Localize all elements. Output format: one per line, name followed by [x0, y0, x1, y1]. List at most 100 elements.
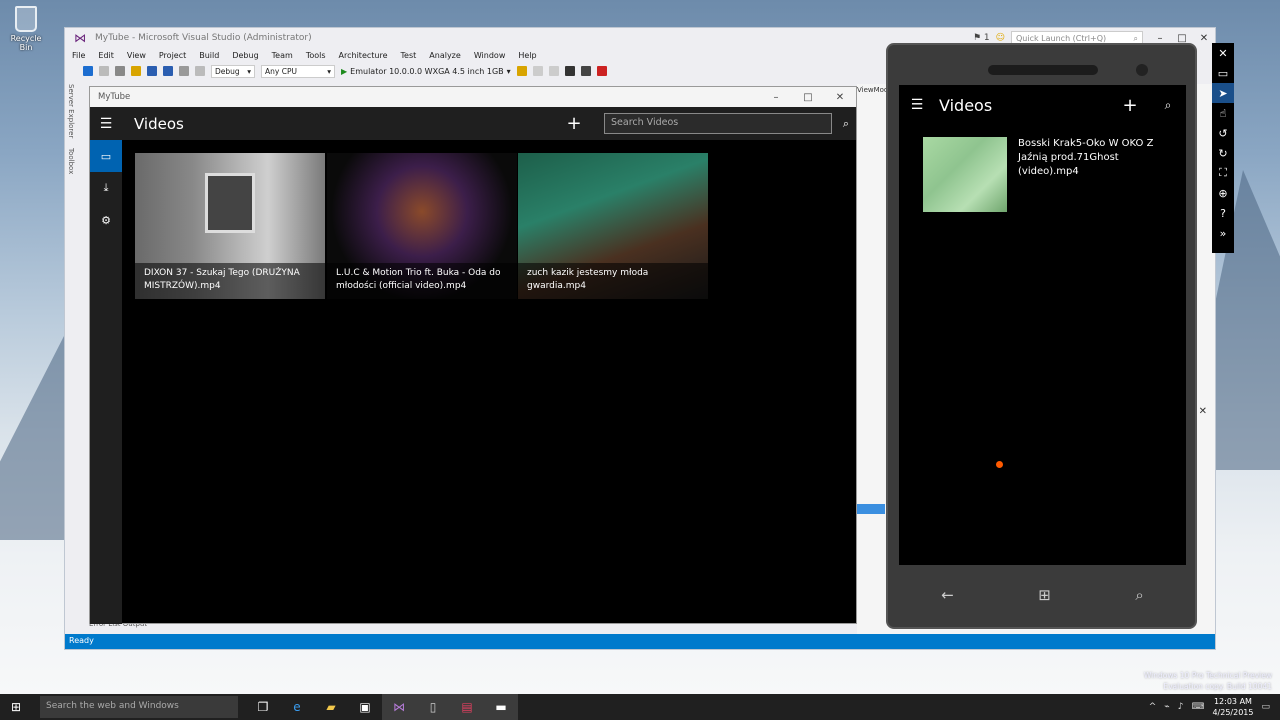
menu-team[interactable]: Team — [272, 51, 293, 60]
close-button[interactable]: ✕ — [824, 92, 856, 103]
phone-emulator-icon[interactable]: ▯ — [416, 694, 450, 720]
close-icon[interactable]: ✕ — [1212, 43, 1234, 63]
redo-icon[interactable] — [195, 66, 205, 76]
server-explorer-tab[interactable]: Server Explorer — [67, 84, 75, 138]
windows-start-icon[interactable]: ⊞ — [1038, 586, 1051, 604]
pointer-icon[interactable]: ➤ — [1212, 83, 1234, 103]
store-icon[interactable]: ▣ — [348, 694, 382, 720]
minimize-icon[interactable]: ▭ — [1212, 63, 1234, 83]
configuration-dropdown[interactable]: Debug ▾ — [211, 64, 255, 78]
visual-studio-icon[interactable]: ⋈ — [382, 694, 416, 720]
add-video-button[interactable]: + — [559, 113, 589, 134]
taskbar-search-input[interactable]: Search the web and Windows — [40, 696, 238, 718]
notification-flag-icon[interactable]: ⚑ 1 — [973, 33, 990, 43]
help-icon[interactable]: ? — [1212, 203, 1234, 223]
search-input[interactable]: Search Videos — [604, 113, 832, 134]
bookmark-next-icon[interactable] — [580, 66, 591, 76]
menu-window[interactable]: Window — [474, 51, 506, 60]
rotate-left-icon[interactable]: ↺ — [1212, 123, 1234, 143]
app-header: ☰ Videos + Search Videos ⌕ — [90, 107, 856, 140]
back-arrow-icon[interactable]: ← — [941, 586, 954, 604]
maximize-button[interactable]: □ — [1171, 33, 1193, 44]
network-icon[interactable]: ⌁ — [1164, 702, 1169, 712]
recycle-bin-icon[interactable]: Recycle Bin — [4, 6, 48, 52]
platform-dropdown[interactable]: Any CPU ▾ — [261, 64, 335, 78]
nav-download-icon[interactable]: ⤓ — [90, 172, 122, 204]
menu-analyze[interactable]: Analyze — [429, 51, 461, 60]
add-video-button[interactable]: + — [1110, 95, 1150, 116]
new-project-icon[interactable] — [115, 66, 125, 76]
video-title: DIXON 37 - Szukaj Tego (DRUŻYNA MISTRZÓW… — [135, 263, 325, 299]
open-file-icon[interactable] — [131, 66, 141, 76]
hamburger-menu-icon[interactable]: ☰ — [90, 107, 122, 140]
watermark-line: Windows 10 Pro Technical Preview — [1143, 671, 1272, 680]
menu-tools[interactable]: Tools — [306, 51, 326, 60]
close-panel-icon[interactable]: ✕ — [1199, 406, 1207, 417]
nav-settings-icon[interactable]: ⚙ — [90, 204, 122, 236]
office-app-icon[interactable]: ▤ — [450, 694, 484, 720]
show-hidden-icons-icon[interactable]: ^ — [1149, 702, 1157, 712]
maximize-button[interactable]: □ — [792, 92, 824, 103]
close-button[interactable]: ✕ — [1193, 33, 1215, 44]
clock-date: 4/25/2015 — [1212, 708, 1254, 717]
video-tile[interactable]: L.U.C & Motion Trio ft. Buka - Oda do mł… — [327, 153, 517, 299]
video-tile[interactable]: zuch kazik jestesmy młoda gwardia.mp4 — [518, 153, 708, 299]
clock[interactable]: 12:03 AM 4/25/2015 — [1212, 696, 1253, 718]
configuration-value: Debug — [215, 66, 240, 76]
menu-edit[interactable]: Edit — [98, 51, 114, 60]
mytube-app-window: MyTube – □ ✕ ☰ Videos + Search Videos ⌕ … — [89, 86, 857, 624]
menu-build[interactable]: Build — [199, 51, 219, 60]
more-tools-icon[interactable]: » — [1212, 223, 1234, 243]
camera-icon — [1136, 64, 1148, 76]
save-icon[interactable] — [147, 66, 157, 76]
minimize-button[interactable]: – — [760, 92, 792, 103]
video-title: L.U.C & Motion Trio ft. Buka - Oda do mł… — [327, 263, 517, 299]
forward-icon[interactable] — [99, 66, 109, 76]
search-icon[interactable]: ⌕ — [1150, 98, 1186, 113]
toolbar-action-icon[interactable] — [532, 66, 543, 76]
save-all-icon[interactable] — [163, 66, 173, 76]
task-view-icon[interactable]: ❐ — [246, 694, 280, 720]
nav-videos-icon[interactable]: ▭ — [90, 140, 122, 172]
video-tile[interactable]: DIXON 37 - Szukaj Tego (DRUŻYNA MISTRZÓW… — [135, 153, 325, 299]
action-center-icon[interactable]: ▭ — [1261, 702, 1270, 712]
back-icon[interactable] — [83, 66, 93, 76]
fit-screen-icon[interactable]: ⛶ — [1212, 163, 1234, 183]
search-icon[interactable]: ⌕ — [1135, 586, 1143, 604]
hamburger-menu-icon[interactable]: ☰ — [899, 85, 935, 125]
toolbar-action-icon[interactable] — [516, 66, 527, 76]
vs-window-title: MyTube - Microsoft Visual Studio (Admini… — [95, 33, 312, 43]
toolbar-action-icon[interactable] — [548, 66, 559, 76]
play-icon: ▶ — [341, 66, 348, 76]
start-debug-button[interactable]: ▶ Emulator 10.0.0.0 WXGA 4.5 inch 1GB ▾ — [341, 67, 511, 76]
menu-project[interactable]: Project — [159, 51, 186, 60]
undo-icon[interactable] — [179, 66, 189, 76]
search-icon: ⌕ — [1133, 33, 1138, 43]
phone-video-item[interactable]: Bosski Krak5-Oko W OKO Z Jaźnią prod.71G… — [923, 137, 1158, 212]
menu-help[interactable]: Help — [518, 51, 536, 60]
search-icon[interactable]: ⌕ — [836, 117, 856, 131]
mytube-app-icon[interactable]: ▬ — [484, 694, 518, 720]
file-explorer-icon[interactable]: ▰ — [314, 694, 348, 720]
zoom-icon[interactable]: ⊕ — [1212, 183, 1234, 203]
clear-bookmarks-icon[interactable] — [596, 66, 607, 76]
rotate-right-icon[interactable]: ↻ — [1212, 143, 1234, 163]
menu-file[interactable]: File — [72, 51, 85, 60]
menu-view[interactable]: View — [127, 51, 146, 60]
system-tray: ^ ⌁ ♪ ⌨ 12:03 AM 4/25/2015 ▭ — [1149, 694, 1280, 720]
edge-browser-icon[interactable]: e — [280, 694, 314, 720]
windows-start-icon[interactable]: ⊞ — [0, 700, 32, 714]
volume-icon[interactable]: ♪ — [1178, 702, 1184, 712]
touch-icon[interactable]: ☝ — [1212, 103, 1234, 123]
status-text: Ready — [69, 636, 94, 645]
bookmark-icon[interactable] — [564, 66, 575, 76]
app-nav-pane: ▭ ⤓ ⚙ — [90, 140, 122, 624]
menu-test[interactable]: Test — [401, 51, 417, 60]
video-thumbnail — [923, 137, 1007, 212]
menu-debug[interactable]: Debug — [232, 51, 258, 60]
feedback-smiley-icon[interactable]: ☺ — [996, 33, 1005, 43]
minimize-button[interactable]: – — [1149, 33, 1171, 44]
menu-architecture[interactable]: Architecture — [339, 51, 388, 60]
toolbox-tab[interactable]: Toolbox — [67, 148, 75, 174]
keyboard-icon[interactable]: ⌨ — [1191, 702, 1204, 712]
